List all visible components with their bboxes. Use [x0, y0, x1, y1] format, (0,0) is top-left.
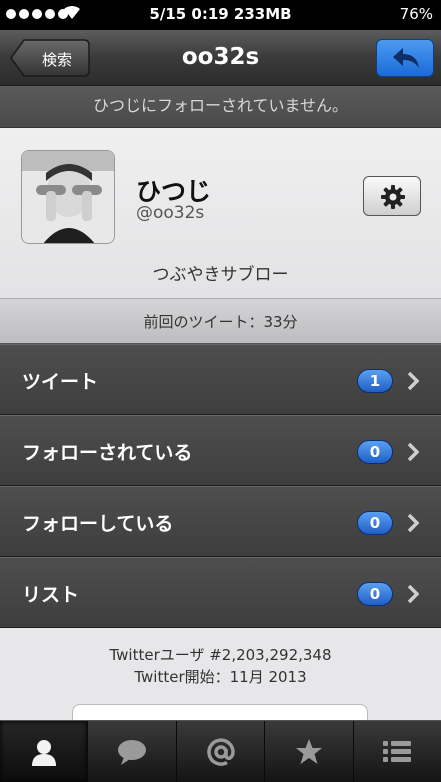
- menu-item-label: フォローしている: [22, 513, 174, 535]
- menu-item-following[interactable]: フォローしている 0: [0, 486, 441, 557]
- gear-icon: [381, 185, 405, 209]
- profile-menu: ツイート 1 フォローされている 0 フォローしている 0 リスト 0: [0, 344, 441, 628]
- count-badge: 1: [357, 369, 393, 393]
- menu-item-lists[interactable]: リスト 0: [0, 557, 441, 628]
- profile-bio: つぶやきサブロー: [152, 265, 289, 285]
- star-icon: [295, 738, 322, 764]
- tab-mentions[interactable]: [177, 721, 266, 782]
- chevron-right-icon: [407, 442, 419, 462]
- join-date: Twitter開始：11月 2013: [134, 668, 307, 686]
- follow-notice: ひつじにフォローされていません。: [0, 86, 441, 128]
- navigation-bar: 検索 oo32s: [0, 30, 441, 86]
- chevron-right-icon: [407, 584, 419, 604]
- speech-bubble-icon: [118, 739, 147, 765]
- back-button[interactable]: 検索: [10, 39, 90, 77]
- reply-icon: [393, 48, 419, 68]
- status-bar: 5/15 0:19 233MB 76%: [0, 0, 441, 30]
- last-tweet-info: 前回のツイート：33分: [0, 298, 441, 344]
- battery-percent: 76%: [399, 5, 433, 23]
- count-badge: 0: [357, 511, 393, 535]
- chevron-right-icon: [407, 371, 419, 391]
- user-number: Twitterユーザ #2,203,292,348: [109, 646, 332, 664]
- profile-card: ひつじ @oo32s つぶやきサブロー: [0, 128, 441, 298]
- tab-profile[interactable]: [0, 721, 89, 782]
- menu-item-followers[interactable]: フォローされている 0: [0, 415, 441, 486]
- menu-item-label: フォローされている: [22, 442, 193, 464]
- mention-icon: [206, 737, 235, 766]
- menu-item-tweets[interactable]: ツイート 1: [0, 344, 441, 415]
- profile-icon: [31, 739, 56, 766]
- account-info: Twitterユーザ #2,203,292,348 Twitter開始：11月 …: [0, 628, 441, 744]
- tab-favorites[interactable]: [265, 721, 354, 782]
- list-icon: [383, 740, 412, 762]
- page-title: oo32s: [181, 44, 260, 70]
- count-badge: 0: [357, 440, 393, 464]
- reply-button[interactable]: [376, 39, 434, 77]
- tab-bar: [0, 720, 441, 782]
- avatar[interactable]: [21, 150, 115, 244]
- chevron-right-icon: [407, 513, 419, 533]
- tab-lists[interactable]: [354, 721, 441, 782]
- menu-item-label: ツイート: [22, 371, 99, 393]
- count-badge: 0: [357, 582, 393, 606]
- profile-handle: @oo32s: [136, 203, 205, 223]
- tab-messages[interactable]: [88, 721, 177, 782]
- settings-button[interactable]: [363, 176, 421, 216]
- back-button-label: 検索: [41, 51, 72, 69]
- status-time: 5/15 0:19 233MB: [149, 5, 292, 23]
- menu-item-label: リスト: [22, 584, 80, 606]
